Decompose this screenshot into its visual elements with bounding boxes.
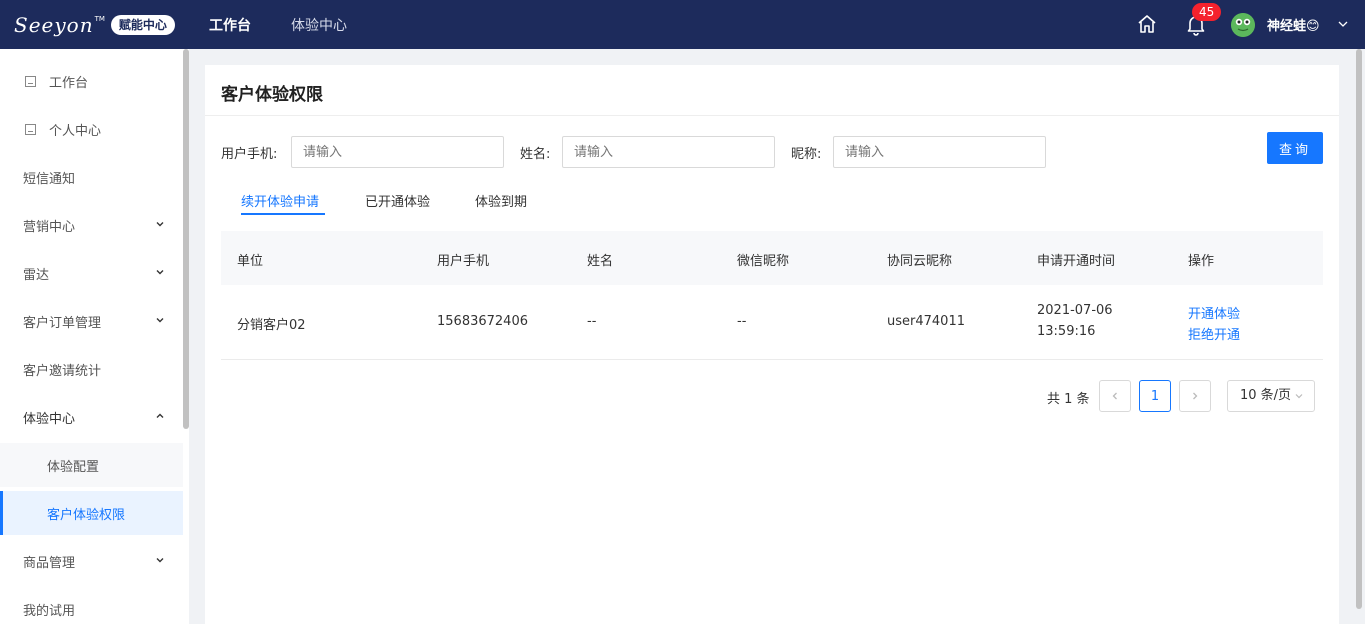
chevron-right-icon bbox=[1193, 392, 1198, 400]
page-icon bbox=[25, 123, 36, 135]
page-title: 客户体验权限 bbox=[221, 85, 323, 105]
cell-apply-time: 13:59:16 bbox=[1037, 324, 1096, 339]
avatar[interactable] bbox=[1231, 13, 1255, 37]
query-button[interactable]: 查询 bbox=[1267, 132, 1323, 164]
frog-avatar-icon bbox=[1231, 13, 1255, 37]
logo-trademark: TM bbox=[94, 15, 105, 23]
sidebar-item-label: 我的试用 bbox=[23, 603, 76, 619]
column-header-actions: 操作 bbox=[1188, 254, 1215, 269]
sidebar-item-product-management[interactable]: 商品管理 bbox=[0, 539, 183, 583]
page-scrollbar[interactable] bbox=[1356, 49, 1362, 609]
main-panel: 客户体验权限 用户手机: 姓名: 昵称: 查询 续开体验申请 已开通体验 体验到… bbox=[205, 65, 1339, 624]
cell-name: -- bbox=[587, 314, 597, 329]
reject-open-link[interactable]: 拒绝开通 bbox=[1188, 324, 1240, 343]
sidebar-item-label: 工作台 bbox=[49, 75, 89, 91]
username[interactable]: 神经蛙😊 bbox=[1267, 15, 1320, 34]
column-header-unit: 单位 bbox=[237, 254, 264, 269]
top-nav-workbench[interactable]: 工作台 bbox=[209, 15, 251, 35]
chevron-up-icon bbox=[156, 413, 164, 418]
page-size-value: 10 条/页 bbox=[1240, 388, 1292, 403]
sidebar-item-label: 雷达 bbox=[23, 267, 50, 283]
tab-expired-experience[interactable]: 体验到期 bbox=[475, 191, 527, 210]
pagination-total: 共 1 条 bbox=[1047, 392, 1090, 407]
sidebar-item-label: 客户订单管理 bbox=[23, 315, 102, 331]
home-icon[interactable] bbox=[1137, 14, 1157, 34]
sidebar-item-customer-orders[interactable]: 客户订单管理 bbox=[0, 299, 183, 343]
sidebar-item-radar[interactable]: 雷达 bbox=[0, 251, 183, 295]
pagination-next-button[interactable] bbox=[1179, 380, 1211, 412]
tab-activated-experience[interactable]: 已开通体验 bbox=[365, 191, 430, 210]
column-header-name: 姓名 bbox=[587, 254, 614, 269]
nickname-filter-input[interactable] bbox=[833, 136, 1046, 168]
sidebar-item-label: 体验中心 bbox=[23, 411, 76, 427]
cell-cloud-nickname: user474011 bbox=[887, 314, 965, 329]
sidebar-item-label: 商品管理 bbox=[23, 555, 76, 571]
sidebar-item-personal-center[interactable]: 个人中心 bbox=[0, 107, 183, 151]
cell-phone: 15683672406 bbox=[437, 314, 528, 329]
sidebar-item-label: 营销中心 bbox=[23, 219, 76, 235]
open-experience-link[interactable]: 开通体验 bbox=[1188, 303, 1240, 322]
page-size-select[interactable]: 10 条/页 bbox=[1227, 380, 1315, 412]
sidebar-item-experience-config[interactable]: 体验配置 bbox=[0, 443, 183, 487]
column-header-cloud-nickname: 协同云昵称 bbox=[887, 254, 953, 269]
name-filter-label: 姓名: bbox=[520, 147, 551, 162]
sidebar-item-invite-stats[interactable]: 客户邀请统计 bbox=[0, 347, 183, 391]
chevron-down-icon bbox=[156, 222, 164, 227]
chevron-down-icon bbox=[1295, 394, 1303, 399]
notification-badge: 45 bbox=[1192, 3, 1222, 21]
logo-badge: 赋能中心 bbox=[110, 15, 175, 35]
chevron-down-icon[interactable] bbox=[1337, 18, 1349, 30]
logo-text: Seeyon bbox=[14, 13, 94, 37]
column-header-wechat-nickname: 微信昵称 bbox=[737, 254, 790, 269]
pagination-page-1[interactable]: 1 bbox=[1139, 380, 1171, 412]
pagination-prev-button[interactable] bbox=[1099, 380, 1131, 412]
column-header-phone: 用户手机 bbox=[437, 254, 490, 269]
title-divider bbox=[205, 115, 1339, 116]
sidebar-item-label: 体验配置 bbox=[47, 459, 100, 475]
sidebar-item-label: 个人中心 bbox=[49, 123, 102, 139]
logo[interactable]: Seeyon TM 赋能中心 bbox=[14, 12, 175, 38]
sidebar-scrollbar[interactable] bbox=[183, 49, 189, 429]
table-header: 单位 用户手机 姓名 微信昵称 协同云昵称 申请开通时间 操作 bbox=[221, 231, 1323, 285]
top-bar: Seeyon TM 赋能中心 工作台 体验中心 bbox=[0, 0, 1365, 49]
sidebar-item-label: 客户体验权限 bbox=[47, 507, 126, 523]
sidebar-item-label: 短信通知 bbox=[23, 171, 76, 187]
column-header-apply-time: 申请开通时间 bbox=[1037, 254, 1116, 269]
sidebar: 工作台 个人中心 短信通知 营销中心 雷达 客户订单管理 客户邀请统计 体验中心… bbox=[0, 49, 189, 624]
phone-filter-input[interactable] bbox=[291, 136, 504, 168]
cell-apply-date: 2021-07-06 bbox=[1037, 303, 1113, 318]
table-row: 分销客户02 15683672406 -- -- user474011 2021… bbox=[221, 285, 1323, 360]
active-tab-indicator bbox=[241, 213, 325, 215]
cell-unit: 分销客户02 bbox=[237, 318, 306, 333]
sidebar-item-label: 客户邀请统计 bbox=[23, 363, 102, 379]
sidebar-item-marketing-center[interactable]: 营销中心 bbox=[0, 203, 183, 247]
name-filter-input[interactable] bbox=[562, 136, 775, 168]
sidebar-item-experience-center[interactable]: 体验中心 bbox=[0, 395, 183, 439]
tab-renewal-applications[interactable]: 续开体验申请 bbox=[241, 191, 319, 210]
sidebar-item-sms-notice[interactable]: 短信通知 bbox=[0, 155, 183, 199]
chevron-down-icon bbox=[156, 558, 164, 563]
page-icon bbox=[25, 75, 36, 87]
phone-filter-label: 用户手机: bbox=[221, 147, 278, 162]
sidebar-item-customer-experience-permission[interactable]: 客户体验权限 bbox=[0, 491, 183, 535]
nickname-filter-label: 昵称: bbox=[791, 147, 822, 162]
cell-wechat-nickname: -- bbox=[737, 314, 747, 329]
top-nav: 工作台 体验中心 bbox=[209, 0, 387, 49]
top-nav-experience-center[interactable]: 体验中心 bbox=[291, 15, 347, 35]
sidebar-item-my-trial[interactable]: 我的试用 bbox=[0, 587, 183, 624]
chevron-down-icon bbox=[156, 270, 164, 275]
sidebar-item-workbench[interactable]: 工作台 bbox=[0, 59, 183, 103]
chevron-down-icon bbox=[156, 318, 164, 323]
chevron-left-icon bbox=[1112, 392, 1117, 400]
